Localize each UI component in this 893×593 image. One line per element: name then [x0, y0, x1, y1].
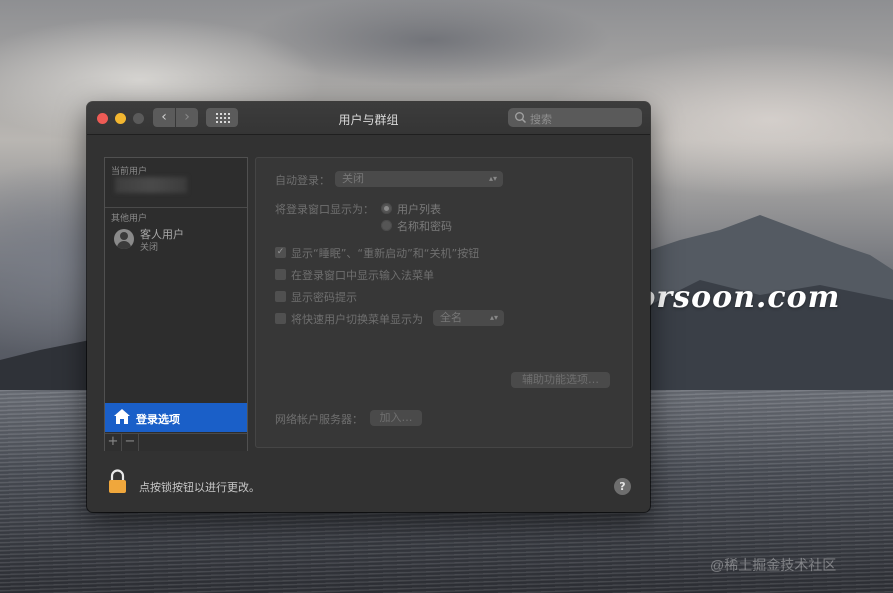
lock-icon[interactable] — [108, 469, 127, 494]
checkbox-password-hints[interactable] — [275, 291, 286, 302]
radio-name-password-label: 名称和密码 — [397, 220, 452, 233]
sidebar-item-login-options[interactable]: 登录选项 — [105, 403, 247, 432]
display-login-as-label: 将登录窗口显示为： — [275, 203, 374, 216]
search-icon — [515, 112, 527, 124]
sidebar-footer: + − — [105, 433, 247, 451]
checkbox-fast-switch-label: 将快速用户切换菜单显示为 — [291, 313, 423, 326]
checkbox-password-hints-label: 显示密码提示 — [291, 291, 357, 304]
auto-login-value: 关闭 — [342, 172, 364, 185]
radio-name-password[interactable] — [381, 220, 392, 231]
radio-user-list-label: 用户列表 — [397, 203, 441, 216]
remove-user-button[interactable]: − — [122, 434, 139, 451]
users-groups-window: ‹ › 用户与群组 搜索 当前用户 其他用户 客人用户 关闭 登录选项 + − … — [87, 102, 650, 512]
checkbox-input-menu[interactable] — [275, 269, 286, 280]
login-options-panel: 自动登录： 关闭 ▴▾ 将登录窗口显示为： 用户列表 名称和密码 ✓ 显示“睡眠… — [255, 157, 633, 448]
join-button[interactable]: 加入… — [370, 410, 422, 426]
checkbox-show-buttons[interactable]: ✓ — [275, 247, 286, 258]
current-user-item[interactable] — [115, 177, 187, 193]
users-sidebar: 当前用户 其他用户 客人用户 关闭 登录选项 + − — [104, 157, 248, 451]
popup-arrows-icon: ▴▾ — [489, 313, 498, 322]
guest-user-status: 关闭 — [140, 243, 159, 253]
auto-login-label: 自动登录： — [275, 174, 330, 187]
credit-text: @稀土掘金技术社区 — [710, 557, 837, 573]
auto-login-popup[interactable]: 关闭 ▴▾ — [335, 171, 503, 187]
current-users-label: 当前用户 — [111, 167, 148, 177]
radio-user-list[interactable] — [381, 203, 392, 214]
network-server-label: 网络帐户服务器： — [275, 413, 363, 426]
checkbox-input-menu-label: 在登录窗口中显示输入法菜单 — [291, 269, 434, 282]
checkbox-show-buttons-label: 显示“睡眠”、“重新启动”和“关机”按钮 — [291, 247, 480, 260]
search-placeholder: 搜索 — [530, 113, 552, 126]
fast-switch-value: 全名 — [440, 311, 462, 324]
search-field[interactable]: 搜索 — [508, 108, 642, 127]
login-options-label: 登录选项 — [136, 413, 180, 426]
fast-switch-popup[interactable]: 全名 ▴▾ — [433, 310, 504, 326]
other-users-label: 其他用户 — [111, 214, 148, 224]
divider — [105, 207, 247, 208]
house-icon — [114, 409, 130, 424]
help-button[interactable]: ? — [614, 478, 631, 495]
guest-avatar-icon — [114, 229, 134, 249]
checkbox-fast-switch[interactable] — [275, 313, 286, 324]
add-user-button[interactable]: + — [105, 434, 122, 451]
lock-text: 点按锁按钮以进行更改。 — [139, 481, 260, 494]
popup-arrows-icon: ▴▾ — [488, 174, 497, 183]
titlebar: ‹ › 用户与群组 搜索 — [87, 102, 650, 135]
accessibility-options-button[interactable]: 辅助功能选项… — [511, 372, 610, 388]
